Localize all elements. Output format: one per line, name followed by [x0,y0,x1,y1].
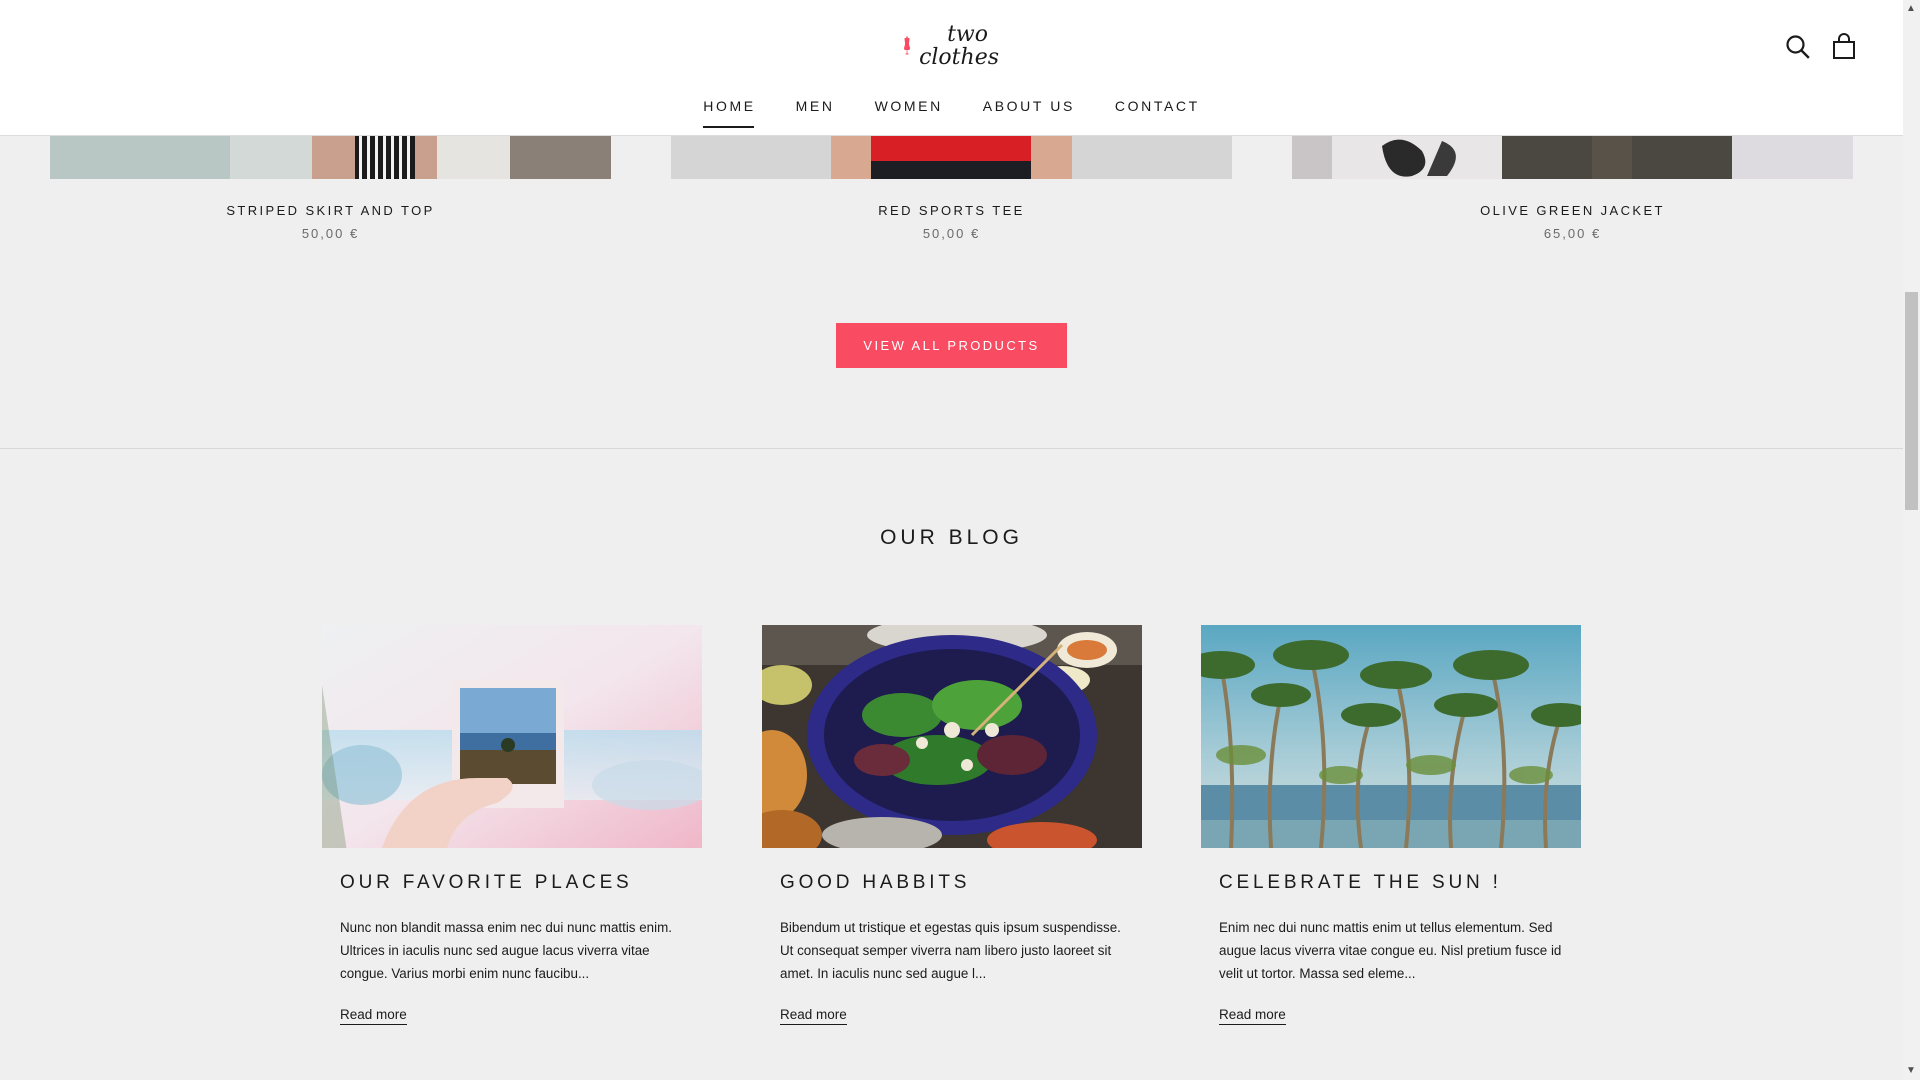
blog-post-excerpt: Nunc non blandit massa enim nec dui nunc… [340,920,672,981]
product-price: 50,00 € [922,226,981,241]
blog-section-title: OUR BLOG [880,526,1023,549]
product-image-olive-jacket[interactable] [1292,136,1853,179]
nav-item-about-us[interactable]: ABOUT US [983,98,1075,128]
scrollbar-thumb[interactable] [1905,292,1918,510]
product-photo [671,136,1232,179]
product-title[interactable]: RED SPORTS TEE [671,203,1232,218]
shopping-bag-icon[interactable] [1829,32,1859,62]
blog-post-image[interactable] [322,625,702,848]
nav-item-women[interactable]: WOMEN [875,98,943,128]
read-more-link[interactable]: Read more [340,1007,407,1025]
nav-item-home[interactable]: HOME [703,98,755,128]
read-more-link[interactable]: Read more [1219,1007,1286,1025]
main-nav: HOME MEN WOMEN ABOUT US CONTACT [0,98,1903,128]
blog-post-image[interactable] [1201,625,1581,848]
site-header: two clothes HOME MEN WOMEN ABOUT US CONT… [0,0,1903,136]
logo-line-1: two [947,22,988,47]
blog-post-excerpt: Enim nec dui nunc mattis enim ut tellus … [1219,920,1562,981]
logo-line-2: clothes [919,45,999,70]
polaroid-photo [322,625,702,848]
site-logo[interactable]: two clothes [903,18,999,74]
scroll-down-arrow[interactable]: ▼ [1906,1066,1916,1076]
logo-wordmark: two clothes [919,23,999,69]
product-photo [1292,136,1853,179]
nav-item-men[interactable]: MEN [796,98,835,128]
product-image-red-tee[interactable] [671,136,1232,179]
blog-post-title[interactable]: OUR FAVORITE PLACES [340,872,633,894]
scroll-up-arrow[interactable]: ▲ [1906,4,1916,14]
blog-post-excerpt: Bibendum ut tristique et egestas quis ip… [780,920,1121,981]
product-photo [50,136,611,179]
product-title[interactable]: OLIVE GREEN JACKET [1292,203,1853,218]
product-price: 65,00 € [1543,226,1602,241]
read-more-link[interactable]: Read more [780,1007,847,1025]
salad-photo [762,625,1142,848]
product-image-striped-skirt[interactable] [50,136,611,179]
product-price: 50,00 € [301,226,360,241]
dress-form-icon [904,36,911,55]
page-scrollbar[interactable]: ▲ ▼ [1903,0,1920,1080]
blog-post-title[interactable]: CELEBRATE THE SUN ! [1219,872,1502,894]
view-all-products-button[interactable]: VIEW ALL PRODUCTS [836,323,1067,368]
blog-post-title[interactable]: GOOD HABBITS [780,872,970,894]
product-title[interactable]: STRIPED SKIRT AND TOP [50,203,611,218]
search-icon[interactable] [1783,32,1813,62]
blog-post-image[interactable] [762,625,1142,848]
section-divider [0,448,1903,449]
nav-item-contact[interactable]: CONTACT [1115,98,1200,128]
palm-trees-photo [1201,625,1581,848]
